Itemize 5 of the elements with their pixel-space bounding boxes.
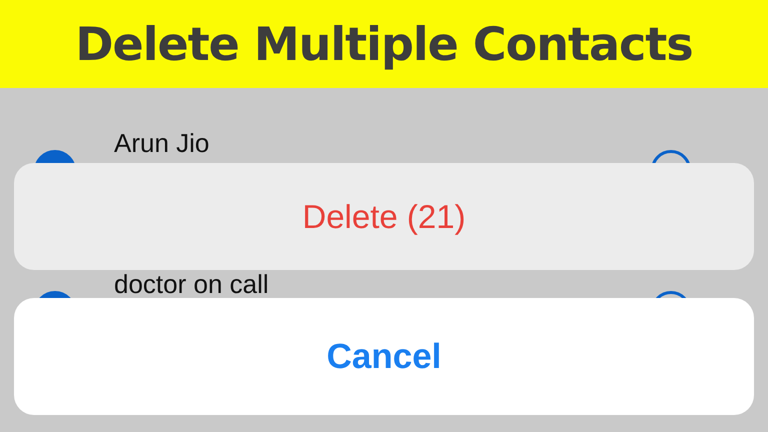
contact-name: doctor on call: [114, 271, 269, 297]
banner-title: Delete Multiple Contacts: [75, 17, 693, 71]
contact-name: Arun Jio: [114, 130, 210, 156]
cancel-button[interactable]: Cancel: [14, 298, 754, 415]
delete-button[interactable]: Delete (21): [14, 163, 754, 270]
